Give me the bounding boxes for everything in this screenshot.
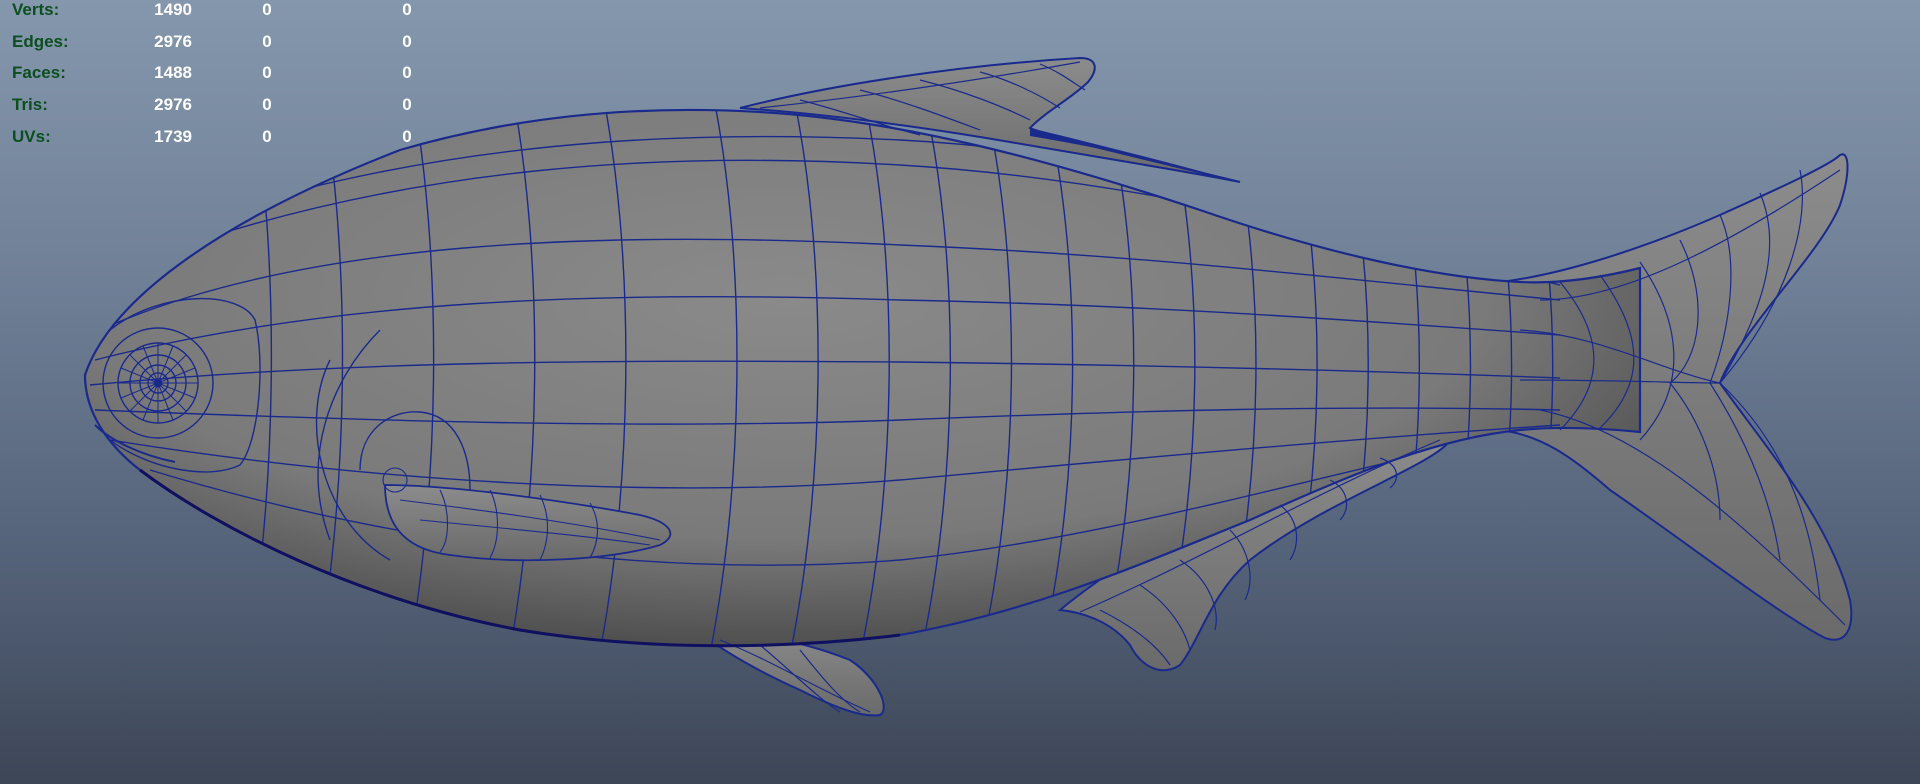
hud-selected: 0 xyxy=(262,31,272,51)
fish-mesh[interactable] xyxy=(0,0,1920,784)
hud-selected-component: 0 xyxy=(402,95,412,115)
hud-label: UVs: xyxy=(12,126,51,146)
hud-selected: 0 xyxy=(262,126,272,146)
hud-selected-component: 0 xyxy=(402,0,412,19)
hud-selected: 0 xyxy=(262,63,272,83)
hud-selected: 0 xyxy=(262,95,272,115)
3d-viewport[interactable]: Verts: 1490 0 0 Edges: 2976 0 0 Faces: 1… xyxy=(0,0,1920,784)
hud-selected: 0 xyxy=(262,0,272,19)
hud-selected-component: 0 xyxy=(402,126,412,146)
hud-selected-component: 0 xyxy=(402,31,412,51)
hud-label: Verts: xyxy=(12,0,60,19)
hud-total: 2976 xyxy=(154,95,192,115)
hud-label: Faces: xyxy=(12,63,66,83)
hud-total: 1739 xyxy=(154,126,192,146)
hud-selected-component: 0 xyxy=(402,63,412,83)
hud-label: Edges: xyxy=(12,31,69,51)
hud-label: Tris: xyxy=(12,95,48,115)
hud-total: 1488 xyxy=(154,63,192,83)
hud-total: 1490 xyxy=(154,0,192,19)
hud-total: 2976 xyxy=(154,31,192,51)
fish-body xyxy=(83,108,1642,647)
